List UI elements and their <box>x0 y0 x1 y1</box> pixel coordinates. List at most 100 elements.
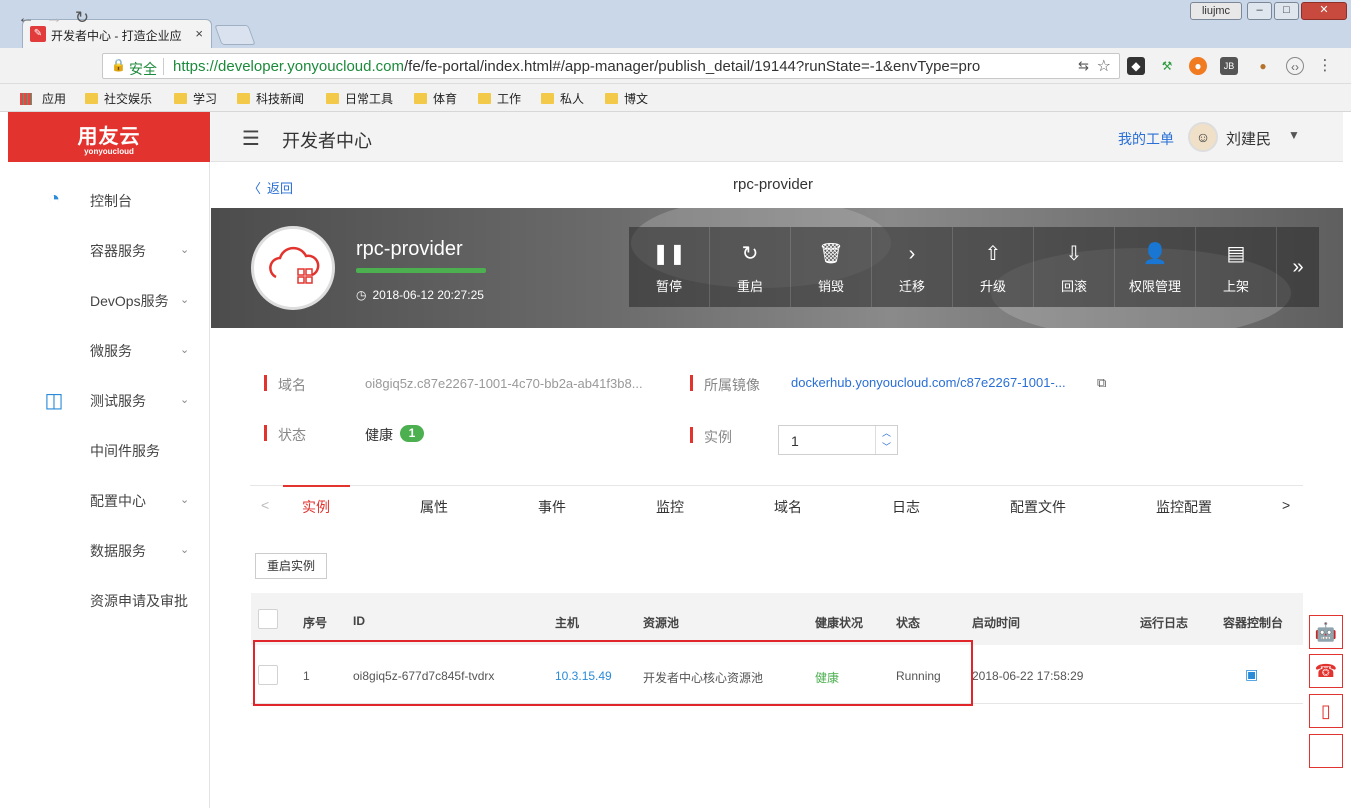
tabs-next-icon[interactable]: > <box>1282 497 1290 513</box>
highlight-box <box>253 640 973 706</box>
sidebar-item-data[interactable]: 数据服务 <box>90 541 146 561</box>
blank-float-button[interactable] <box>1309 734 1343 768</box>
minimize-button[interactable]: – <box>1247 2 1272 20</box>
instances-label: 实例 <box>704 429 732 445</box>
tab-config-files[interactable]: 配置文件 <box>1010 497 1066 517</box>
bookmark-folder[interactable]: 工作 <box>478 90 521 107</box>
sidebar-item-config-center[interactable]: 配置中心 <box>90 491 146 511</box>
shopping-bag-icon: ◫ <box>44 390 64 412</box>
sidebar-item-console[interactable]: 控制台 <box>90 191 132 211</box>
chevron-up-icon[interactable]: ︿ <box>876 426 897 440</box>
avatar[interactable]: ☺ <box>1188 122 1218 152</box>
bookmark-folder[interactable]: 私人 <box>541 90 584 107</box>
translate-icon[interactable]: ⇆ <box>1078 58 1089 74</box>
phone-icon[interactable]: ☎ <box>1309 654 1343 688</box>
chevron-down-icon[interactable]: ﹀ <box>876 440 897 454</box>
tab-instances[interactable]: 实例 <box>302 497 330 517</box>
restart-instance-button[interactable]: 重启实例 <box>255 553 327 579</box>
mobile-icon[interactable]: ▯ <box>1309 694 1343 728</box>
bookmark-folder[interactable]: 社交娱乐 <box>85 90 152 107</box>
bookmark-apps[interactable]: 应用 <box>20 90 66 107</box>
back-arrow-icon[interactable]: ← <box>16 8 36 28</box>
browser-tab-title: 开发者中心 - 打造企业应 <box>51 29 182 43</box>
instances-stepper[interactable]: 1 ︿ ﹀ <box>778 425 898 455</box>
tabs-prev-icon[interactable]: < <box>261 497 269 513</box>
tab-monitor-config[interactable]: 监控配置 <box>1156 497 1212 517</box>
folder-icon <box>237 93 250 104</box>
username[interactable]: 刘建民 <box>1226 128 1271 149</box>
bookmark-folder[interactable]: 体育 <box>414 90 457 107</box>
sidebar-item-container[interactable]: 容器服务 <box>90 241 146 261</box>
image-link[interactable]: dockerhub.yonyoucloud.com/c87e2267-1001-… <box>791 375 1066 390</box>
toolbar-more-button[interactable]: » <box>1277 227 1319 307</box>
yonyoucloud-logo[interactable]: 用友云 yonyoucloud <box>8 112 210 162</box>
console-terminal-icon[interactable]: ▣ <box>1245 666 1258 683</box>
chevron-right-icon: › <box>908 243 916 265</box>
extension-circle-icon[interactable]: ● <box>1189 57 1207 75</box>
tab-monitor[interactable]: 监控 <box>656 497 684 517</box>
restart-button[interactable]: ↻ 重启 <box>710 227 791 307</box>
rollback-button[interactable]: ⇩ 回滚 <box>1034 227 1115 307</box>
extension-code-icon[interactable]: ‹› <box>1286 57 1304 75</box>
tab-domains[interactable]: 域名 <box>774 497 802 517</box>
status-label: 状态 <box>278 427 306 443</box>
dashboard-gauge-icon: ◔ <box>47 188 61 210</box>
pause-icon: ❚❚ <box>652 243 686 265</box>
copy-icon[interactable]: ⧉ <box>1097 375 1106 391</box>
domain-value: oi8giq5z.c87e2267-1001-4c70-bb2a-ab41f3b… <box>365 376 643 391</box>
lock-icon: 🔒 <box>111 58 126 72</box>
extension-diamond-icon[interactable]: ◆ <box>1127 57 1145 75</box>
browser-menu-icon[interactable]: ⋮ <box>1316 57 1334 75</box>
permission-button[interactable]: 👤 权限管理 <box>1115 227 1196 307</box>
bookmark-folder[interactable]: 科技新闻 <box>237 90 304 107</box>
header-title: 开发者中心 <box>282 131 372 151</box>
bookmark-folder[interactable]: 博文 <box>605 90 648 107</box>
domain-label: 域名 <box>278 377 306 393</box>
close-window-button[interactable]: ✕ <box>1301 2 1347 20</box>
maximize-button[interactable]: □ <box>1274 2 1299 20</box>
chevron-down-icon: ⌄ <box>180 294 190 306</box>
address-bar[interactable]: 🔒 安全 https://developer.yonyoucloud.com/f… <box>102 53 1120 79</box>
upgrade-button[interactable]: ⇧ 升级 <box>953 227 1034 307</box>
folder-icon <box>605 93 618 104</box>
sidebar-item-middleware[interactable]: 中间件服务 <box>90 441 160 461</box>
profile-chip[interactable]: liujmc <box>1190 2 1242 20</box>
sidebar-item-testing[interactable]: 测试服务 <box>90 391 146 411</box>
tab-logs[interactable]: 日志 <box>892 497 920 517</box>
bookmark-star-icon[interactable]: ☆ <box>1097 56 1111 76</box>
rollback-icon: ⇩ <box>1065 243 1083 265</box>
bookmark-folder[interactable]: 日常工具 <box>326 90 393 107</box>
migrate-button[interactable]: › 迁移 <box>872 227 953 307</box>
robot-icon[interactable]: 🤖 <box>1309 615 1343 649</box>
extension-tools-icon[interactable]: ⚒ <box>1158 57 1176 75</box>
pause-button[interactable]: ❚❚ 暂停 <box>629 227 710 307</box>
sidebar-item-microservice[interactable]: 微服务 <box>90 341 132 361</box>
hamburger-menu-icon[interactable]: ☰ <box>242 126 260 151</box>
tab-events[interactable]: 事件 <box>538 497 566 517</box>
user-gear-icon: 👤 <box>1142 243 1168 265</box>
sidebar-item-devops[interactable]: DevOps服务 <box>90 291 169 311</box>
chevron-down-icon: ⌄ <box>180 344 190 356</box>
tab-properties[interactable]: 属性 <box>420 497 448 517</box>
folder-icon <box>326 93 339 104</box>
extension-jb-icon[interactable]: JB <box>1220 57 1238 75</box>
chevron-down-icon: ⌄ <box>180 544 190 556</box>
secure-label: 安全 <box>129 61 157 77</box>
sidebar-item-resource-approval[interactable]: 资源申请及审批 <box>90 591 188 611</box>
health-bar <box>356 268 486 273</box>
publish-button[interactable]: ▤ 上架 <box>1196 227 1277 307</box>
close-tab-icon[interactable]: × <box>195 26 203 41</box>
bookmark-folder[interactable]: 学习 <box>174 90 217 107</box>
clock-icon: ◷ <box>356 288 367 302</box>
reload-icon[interactable]: ↻ <box>72 8 92 28</box>
folder-icon <box>174 93 187 104</box>
forward-arrow-icon[interactable]: → <box>44 8 64 28</box>
new-tab-button[interactable] <box>214 25 256 45</box>
destroy-button[interactable]: 🗑 销毁 <box>791 227 872 307</box>
my-orders-link[interactable]: 我的工单 <box>1118 129 1174 149</box>
folder-icon <box>414 93 427 104</box>
extension-cookie-icon[interactable]: ● <box>1254 57 1272 75</box>
image-label: 所属镜像 <box>704 377 760 393</box>
back-link[interactable]: 〈返回 <box>248 178 293 197</box>
user-dropdown-caret-icon[interactable]: ▼ <box>1288 128 1300 142</box>
